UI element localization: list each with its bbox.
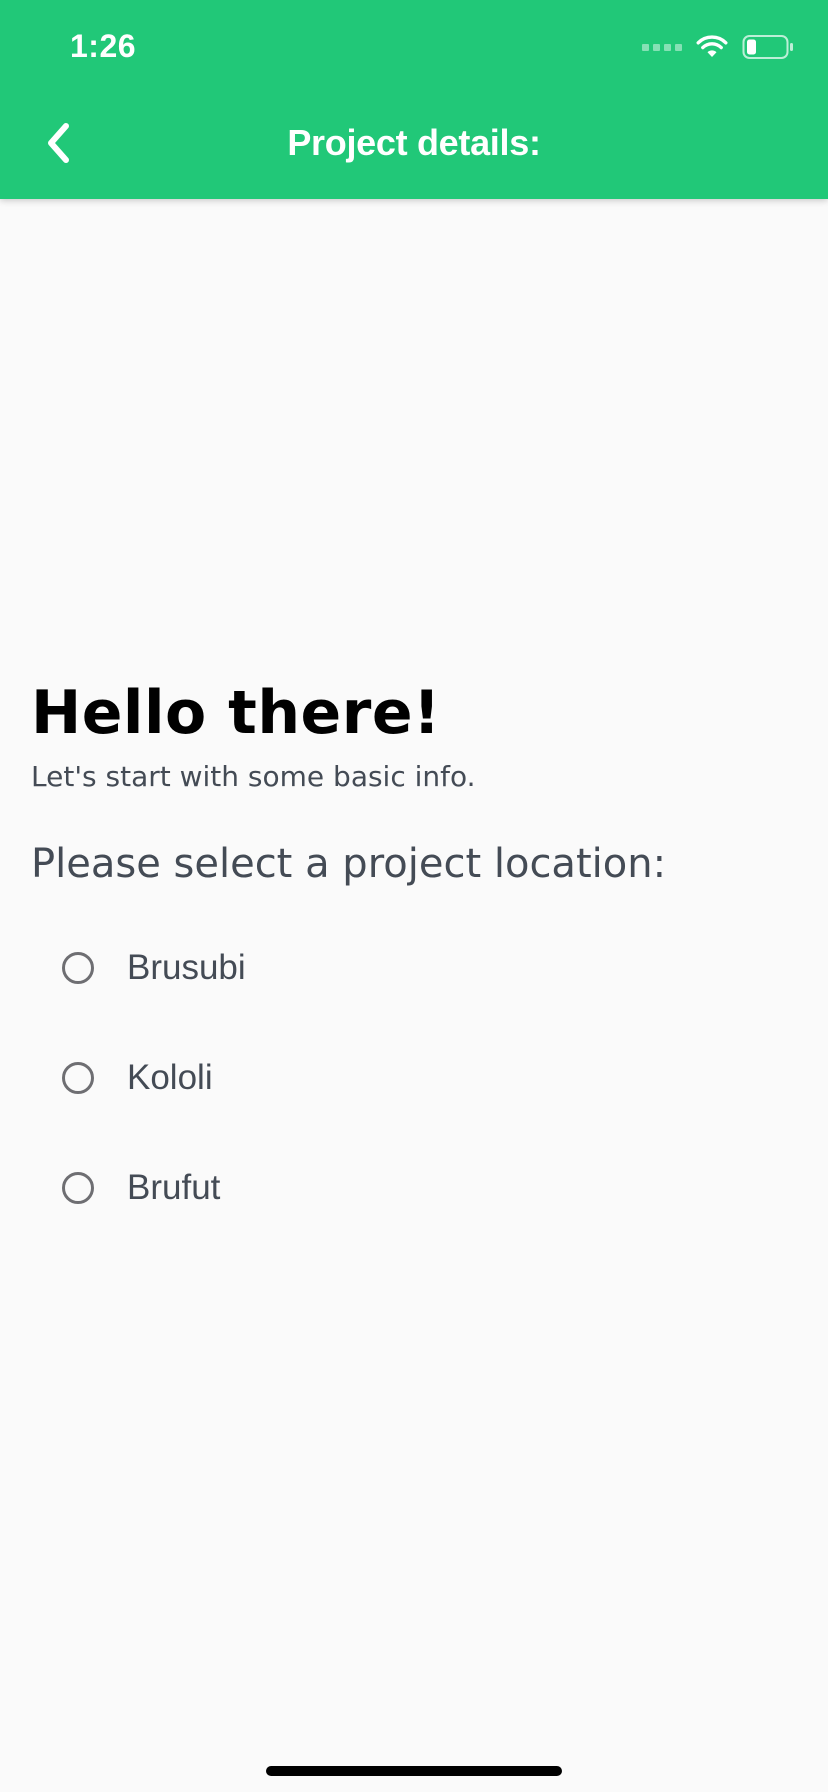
subtitle-text: Let's start with some basic info.: [31, 760, 476, 793]
option-label: Brusubi: [127, 948, 246, 987]
radio-button[interactable]: [62, 952, 94, 984]
location-radio-group: Brusubi Kololi Brufut: [31, 913, 791, 1243]
greeting-heading: Hello there!: [31, 678, 441, 748]
home-indicator[interactable]: [266, 1766, 562, 1776]
radio-button[interactable]: [62, 1062, 94, 1094]
status-time: 1:26: [70, 28, 137, 64]
option-label: Brufut: [127, 1168, 221, 1207]
location-option-brufut[interactable]: Brufut: [59, 1133, 791, 1243]
form-content: Hello there! Let's start with some basic…: [31, 680, 791, 1243]
radio-button[interactable]: [62, 1172, 94, 1204]
location-question: Please select a project location:: [31, 841, 667, 887]
location-option-brusubi[interactable]: Brusubi: [59, 913, 791, 1023]
status-icons: [642, 34, 794, 60]
wifi-icon: [696, 35, 728, 57]
page-title: Project details:: [287, 122, 541, 163]
location-option-kololi[interactable]: Kololi: [59, 1023, 791, 1133]
option-label: Kololi: [127, 1058, 213, 1097]
app-bar: 1:26 Project details:: [0, 0, 828, 199]
cellular-signal-icon: [642, 43, 682, 51]
screen: 1:26 Project details: Hello there! Let's…: [0, 0, 828, 1792]
battery-icon: [742, 35, 793, 59]
